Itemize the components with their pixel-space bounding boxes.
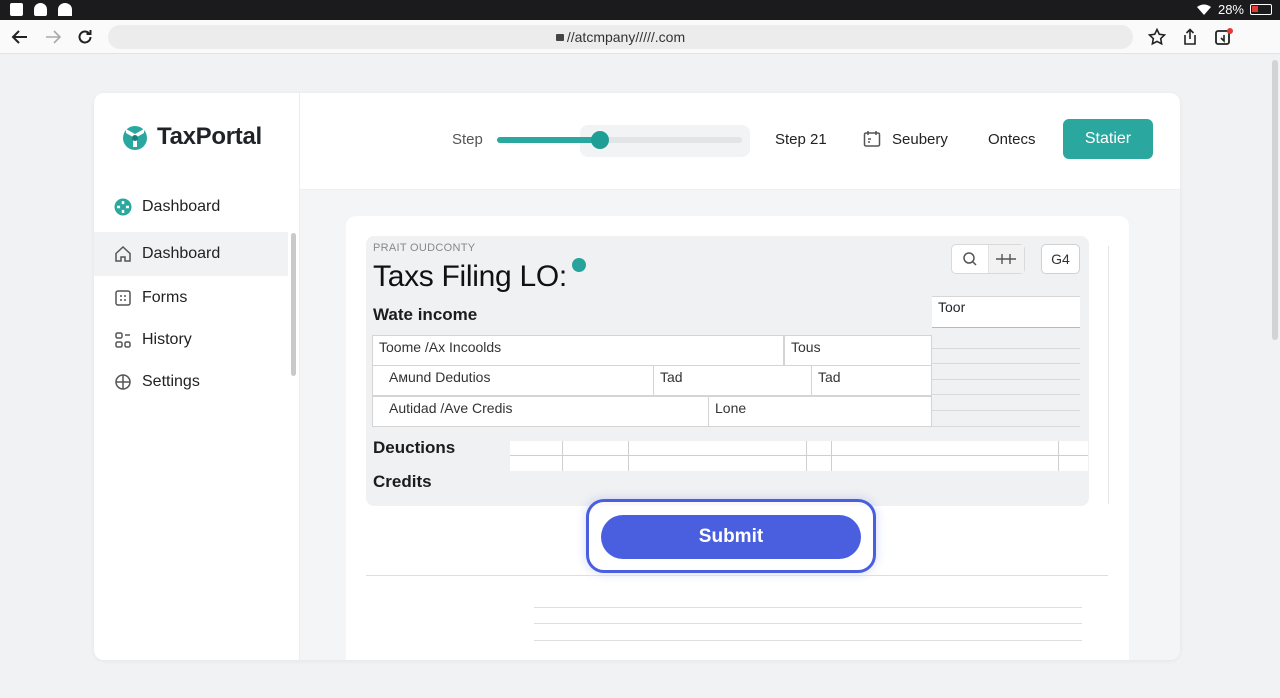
- row-cell: Aмund Dedutios: [389, 369, 491, 385]
- sidebar-scrollbar[interactable]: [291, 233, 296, 376]
- star-icon[interactable]: [1146, 26, 1168, 48]
- divider: [932, 394, 1080, 395]
- step-indicator: Step 21: [775, 131, 827, 148]
- url-bar[interactable]: //atcmpany/////.com: [108, 25, 1133, 49]
- history-icon: [114, 331, 132, 349]
- forward-icon[interactable]: [42, 26, 64, 48]
- row-cell: Tad: [653, 366, 811, 395]
- summary-icon: [863, 130, 881, 148]
- search-icon[interactable]: [952, 245, 988, 273]
- wage-income-heading: Wate income: [373, 305, 478, 324]
- credits-heading: Credits: [373, 472, 432, 491]
- contacts-link[interactable]: Ontecs: [988, 131, 1036, 148]
- adjust-icon[interactable]: [987, 245, 1024, 273]
- grid-line: [510, 455, 1088, 456]
- lock-icon: [555, 34, 564, 41]
- divider: [932, 410, 1080, 411]
- home-icon: [114, 245, 132, 263]
- row-cell: Tad: [811, 366, 931, 395]
- sidebar-item-dashboard[interactable]: Dashboard: [94, 232, 288, 276]
- tabs-icon[interactable]: [1213, 26, 1235, 48]
- divider: [366, 575, 1108, 576]
- row-cell: Lone: [708, 397, 928, 426]
- taxportal-logo-icon: [123, 126, 147, 150]
- grid-line: [1058, 441, 1059, 471]
- sidebar-item-history[interactable]: History: [94, 318, 288, 362]
- sidebar-item-label: Dashboard: [142, 198, 221, 215]
- dashboard-logo-icon: [114, 198, 132, 216]
- sidebar-item-label: Settings: [142, 373, 200, 390]
- sidebar-item-dashboard-main[interactable]: Dashboard: [94, 185, 288, 229]
- deductions-grid[interactable]: [510, 441, 1088, 471]
- slider-fill: [497, 137, 600, 143]
- slider-thumb[interactable]: [591, 131, 609, 149]
- app-icon: [58, 3, 72, 16]
- grid-line: [628, 441, 629, 471]
- url-text: //atcmpany/////.com: [566, 29, 686, 45]
- brand-logo[interactable]: TaxPortal: [121, 123, 262, 151]
- page-title: Taxs Filing LO:: [373, 260, 567, 293]
- sidebar: TaxPortal Dashboard Dashboard Forms Hist…: [94, 93, 300, 660]
- page-scrollbar[interactable]: [1272, 60, 1278, 340]
- grid-line: [806, 441, 807, 471]
- grid-line: [562, 441, 563, 471]
- table-row[interactable]: Aмund Dedutios Tad Tad: [372, 365, 932, 396]
- forms-icon: [114, 289, 132, 307]
- summary-link[interactable]: Seubery: [892, 131, 948, 148]
- sidebar-item-label: Forms: [142, 289, 188, 306]
- divider: [534, 607, 1082, 608]
- g4-button[interactable]: G4: [1041, 244, 1080, 274]
- page-header: Step Step 21 Seubery Ontecs Statier: [300, 93, 1180, 190]
- form-kicker: PRAIT OUDCONTY: [373, 242, 476, 254]
- sidebar-item-label: Dashboard: [142, 245, 221, 262]
- divider: [534, 640, 1082, 641]
- step-slider[interactable]: [497, 125, 750, 157]
- divider: [932, 426, 1080, 427]
- submit-button[interactable]: Submit: [601, 515, 861, 559]
- grid-line: [831, 441, 832, 471]
- browser-toolbar: //atcmpany/////.com: [0, 20, 1280, 54]
- form-scrollbar[interactable]: [1108, 246, 1109, 504]
- table-row[interactable]: Toome /Ax Incoolds: [372, 335, 784, 366]
- sidebar-item-forms[interactable]: Forms: [94, 276, 288, 320]
- share-icon[interactable]: [1179, 26, 1201, 48]
- row-cell: Tous: [791, 339, 821, 355]
- table-row[interactable]: Tous: [784, 335, 932, 366]
- info-badge-icon[interactable]: [572, 258, 586, 272]
- table-row[interactable]: Autidad /Ave Credis Lone: [372, 396, 932, 427]
- row-cell: Toome /Ax Incoolds: [379, 339, 502, 355]
- step-label: Step: [452, 131, 483, 148]
- tax-form: PRAIT OUDCONTY Taxs Filing LO: G4 Wate i…: [366, 236, 1089, 506]
- divider: [932, 379, 1080, 380]
- notification-icon: [10, 3, 23, 16]
- tax-portal-app: TaxPortal Dashboard Dashboard Forms Hist…: [94, 93, 1180, 660]
- sidebar-item-settings[interactable]: Settings: [94, 360, 288, 404]
- toor-label: Toor: [938, 299, 966, 315]
- wifi-icon: [1196, 4, 1211, 15]
- form-tool-group: [951, 244, 1025, 274]
- brand-name: TaxPortal: [157, 123, 262, 150]
- divider: [534, 623, 1082, 624]
- sidebar-item-label: History: [142, 331, 192, 348]
- main-content: PRAIT OUDCONTY Taxs Filing LO: G4 Wate i…: [300, 190, 1180, 660]
- reload-icon[interactable]: [74, 26, 96, 48]
- tax-form-card: PRAIT OUDCONTY Taxs Filing LO: G4 Wate i…: [346, 216, 1129, 660]
- row-cell: Autidad /Ave Credis: [389, 400, 513, 416]
- divider: [932, 363, 1080, 364]
- start-button[interactable]: Statier: [1063, 119, 1153, 159]
- battery-percent: 28%: [1217, 2, 1244, 17]
- settings-icon: [114, 373, 132, 391]
- divider: [932, 348, 1080, 349]
- status-bar: 28%: [0, 0, 1280, 20]
- toor-field[interactable]: Toor: [932, 296, 1080, 328]
- bag-icon: [34, 3, 47, 16]
- back-icon[interactable]: [9, 26, 31, 48]
- deductions-heading: Deuctions: [373, 438, 456, 457]
- battery-icon: [1250, 4, 1272, 15]
